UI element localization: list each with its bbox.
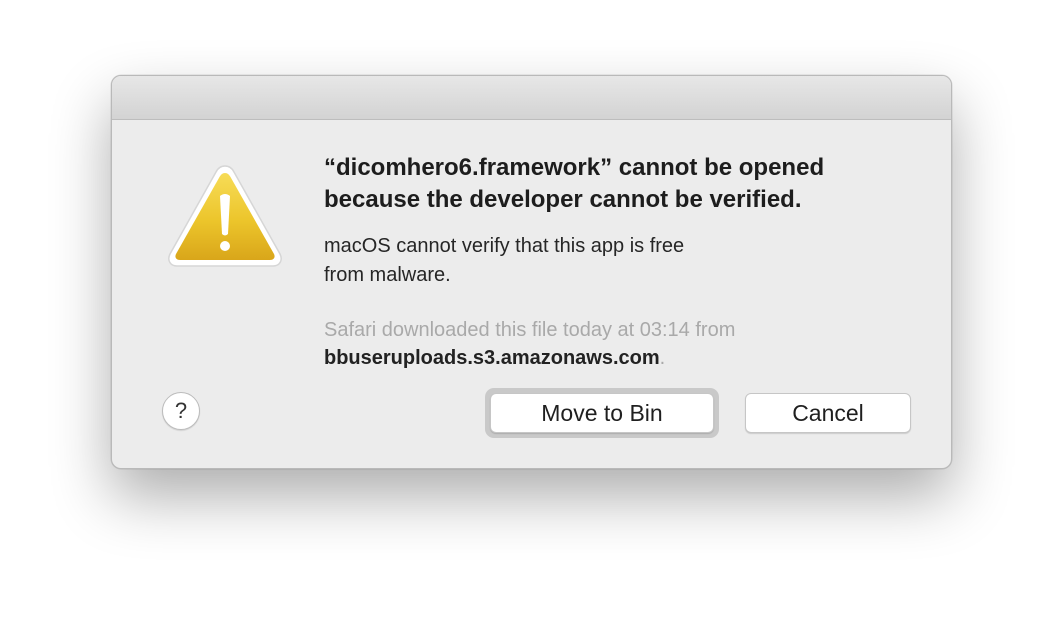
- dialog-titlebar[interactable]: [112, 76, 951, 120]
- alert-message-line-2: from malware.: [324, 264, 451, 286]
- alert-dialog: “dicomhero6.framework” cannot be opened …: [111, 75, 952, 469]
- cancel-button[interactable]: Cancel: [745, 393, 911, 433]
- alert-title-line-1: “dicomhero6.framework” cannot be opened: [324, 154, 825, 181]
- download-source-domain: bbuseruploads.s3.amazonaws.com: [324, 347, 660, 369]
- help-button[interactable]: ?: [162, 392, 200, 430]
- warning-triangle-icon: [168, 165, 282, 267]
- alert-title-line-2: because the developer cannot be verified…: [324, 186, 802, 213]
- download-source-period: .: [659, 347, 666, 369]
- alert-message: macOS cannot verify that this app is fre…: [324, 232, 884, 290]
- alert-message-line-1: macOS cannot verify that this app is fre…: [324, 235, 685, 257]
- move-to-bin-button[interactable]: Move to Bin: [490, 393, 714, 433]
- alert-title: “dicomhero6.framework” cannot be opened …: [324, 152, 924, 216]
- download-source-info: Safari downloaded this file today at 03:…: [324, 316, 924, 372]
- download-source-prefix: Safari downloaded this file today at 03:…: [324, 319, 736, 341]
- screen: “dicomhero6.framework” cannot be opened …: [0, 0, 1064, 618]
